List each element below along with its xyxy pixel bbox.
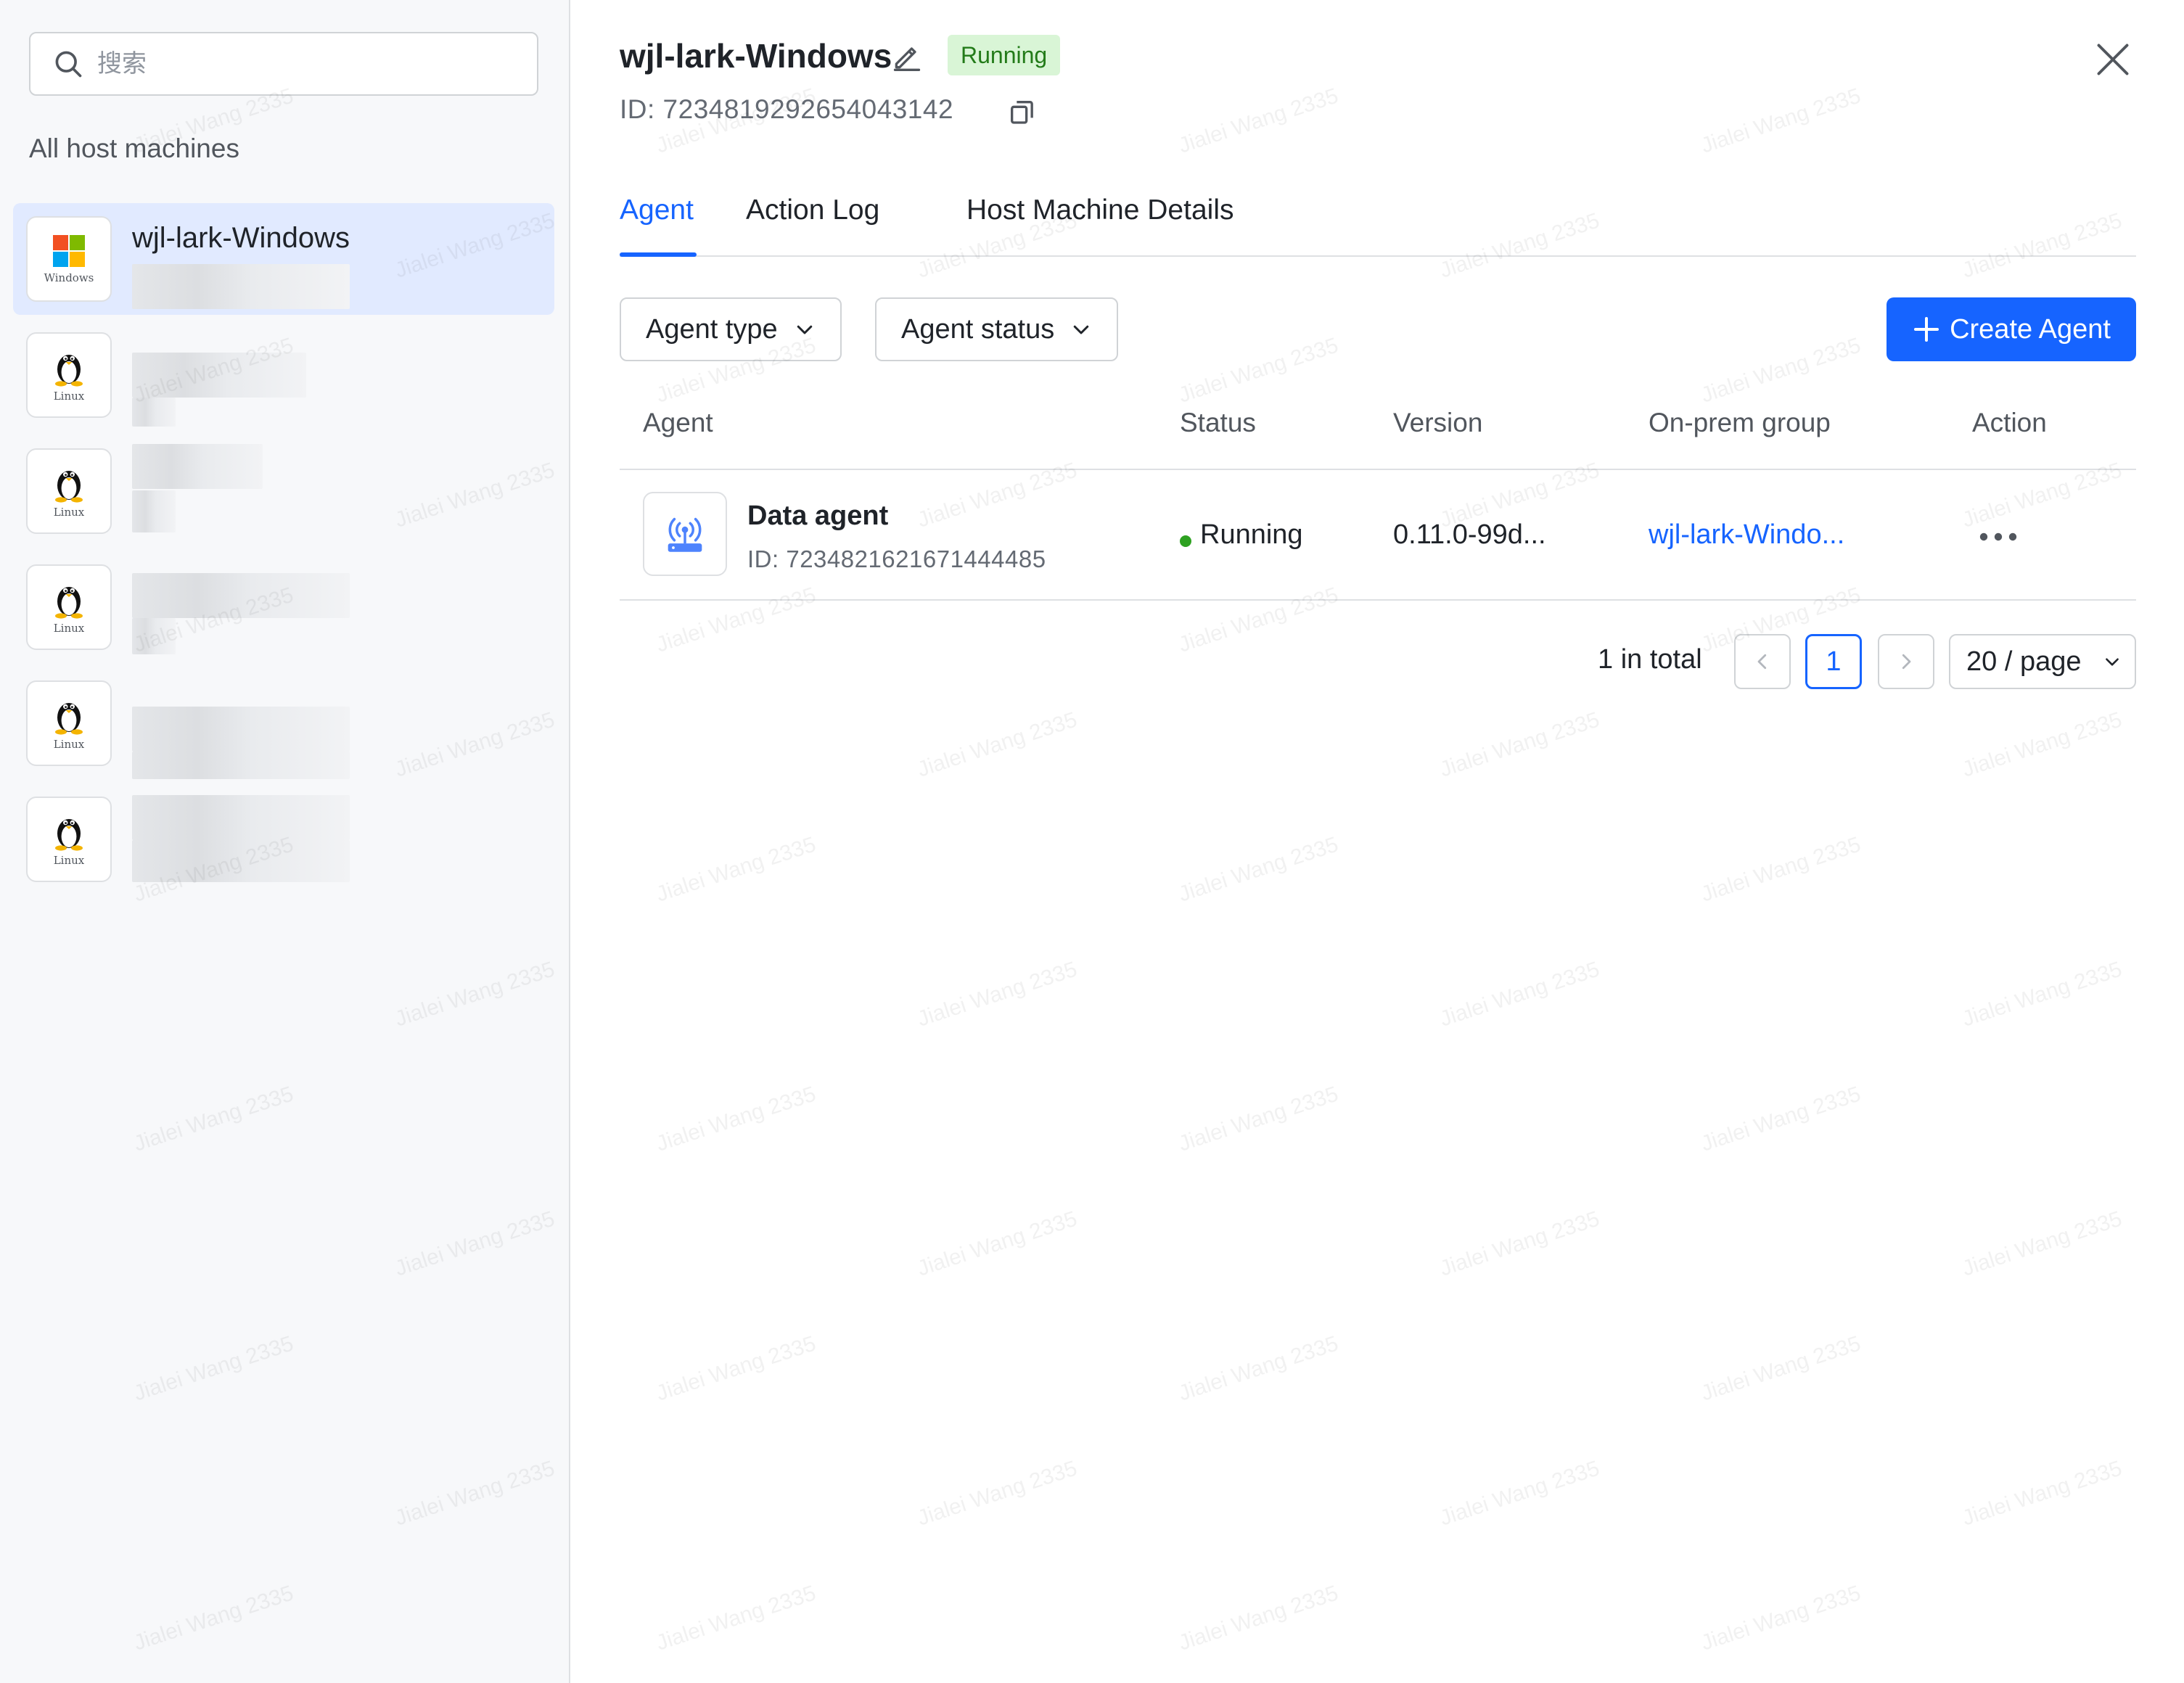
create-agent-label: Create Agent [1950,313,2111,345]
os-badge: Linux [26,448,112,534]
redacted-text [132,840,350,882]
linux-tux-icon [55,471,83,503]
copy-icon[interactable] [1007,97,1036,126]
linux-tux-icon [55,355,83,387]
tab-label: Host Machine Details [966,194,1234,226]
column-header: Action [1972,408,2047,437]
filter-label: Agent type [646,313,778,345]
plus-icon [1914,317,1939,342]
host-item-linux[interactable]: Linux [13,783,554,895]
os-label: Linux [53,622,85,635]
chevron-down-icon [2106,658,2119,666]
agent-status: Running [1200,519,1303,550]
agent-version: 0.11.0-99d... [1393,519,1546,550]
chevron-right-icon [1902,654,1911,670]
host-item-windows[interactable]: Windows wjl-lark-Windows [13,203,554,315]
column-header: Agent [643,408,713,437]
agent-status-filter[interactable]: Agent status [875,297,1119,361]
os-badge: Windows [26,216,112,302]
tab-bar: Agent Action Log Host Machine Details [620,189,2136,257]
column-header: Status [1180,408,1256,437]
os-badge: Linux [26,332,112,418]
redacted-text [132,752,350,779]
host-item-linux[interactable]: Linux [13,435,554,547]
page-size-label: 20 / page [1966,646,2082,677]
status-badge: Running [948,35,1061,75]
host-sidebar: All host machines Windows wjl-lark-Windo… [0,0,570,1683]
redacted-text [132,573,350,618]
table-row[interactable]: Data agent ID: 7234821621671444485 Runni… [620,470,2136,601]
page-title: wjl-lark-Windows [620,37,892,75]
os-label: Linux [53,738,85,751]
next-page-button[interactable] [1878,634,1934,689]
os-badge: Linux [26,680,112,766]
host-item-linux[interactable]: Linux [13,551,554,663]
os-label: Linux [53,854,85,867]
redacted-text [132,398,176,427]
tab-action-log[interactable]: Action Log [746,194,879,226]
pagination-total: 1 in total [1598,644,1702,675]
os-label: Linux [53,390,85,403]
on-prem-group-link[interactable]: wjl-lark-Windo... [1649,519,1844,551]
agent-type-filter[interactable]: Agent type [620,297,842,361]
search-box[interactable] [29,32,538,96]
redacted-text [132,707,350,752]
chevron-left-icon [1757,654,1767,670]
linux-tux-icon [55,587,83,619]
close-icon[interactable] [2094,41,2132,78]
os-label: Linux [53,506,85,519]
more-icon[interactable] [1976,522,2020,551]
table-header: Agent Status Version On-prem group Actio… [620,392,2136,470]
windows-logo-icon [53,235,85,267]
chevron-down-icon [1074,325,1089,334]
tab-host-machine-details[interactable]: Host Machine Details [966,194,1233,226]
prev-page-button[interactable] [1734,634,1791,689]
edit-icon[interactable] [891,41,923,73]
redacted-text [132,264,350,309]
section-title: All host machines [29,133,239,163]
tab-label: Agent [620,194,694,226]
agent-table: Agent Status Version On-prem group Actio… [620,392,2136,601]
linux-tux-icon [55,819,83,851]
linux-tux-icon [55,703,83,735]
router-antenna-icon [668,517,702,552]
page-size-select[interactable]: 20 / page [1949,634,2136,689]
host-id: ID: 7234819292654043142 [620,94,954,124]
agent-id: ID: 7234821621671444485 [747,546,1046,572]
redacted-text [132,353,306,398]
redacted-text [132,490,176,532]
search-input[interactable] [97,49,504,78]
filter-label: Agent status [901,313,1055,345]
os-badge: Linux [26,564,112,650]
chevron-down-icon [797,325,812,334]
agent-name: Data agent [747,501,889,531]
redacted-text [132,618,176,654]
host-name: wjl-lark-Windows [132,222,350,254]
search-icon [55,51,82,78]
tab-label: Action Log [746,194,880,226]
redacted-text [132,444,263,489]
status-dot [1180,535,1191,547]
active-tab-indicator [620,252,697,257]
column-header: On-prem group [1649,408,1831,437]
host-detail-panel: wjl-lark-Windows Running ID: 72348192926… [572,0,2184,1683]
agent-icon-box [643,492,727,576]
host-item-linux[interactable]: Linux [13,667,554,779]
column-header: Version [1393,408,1483,437]
tab-agent[interactable]: Agent [620,194,694,226]
os-label: Windows [44,271,94,284]
create-agent-button[interactable]: Create Agent [1887,297,2136,361]
os-badge: Linux [26,797,112,882]
redacted-text [132,795,350,840]
host-item-linux[interactable]: Linux [13,319,554,431]
page-number-button[interactable]: 1 [1805,634,1862,689]
